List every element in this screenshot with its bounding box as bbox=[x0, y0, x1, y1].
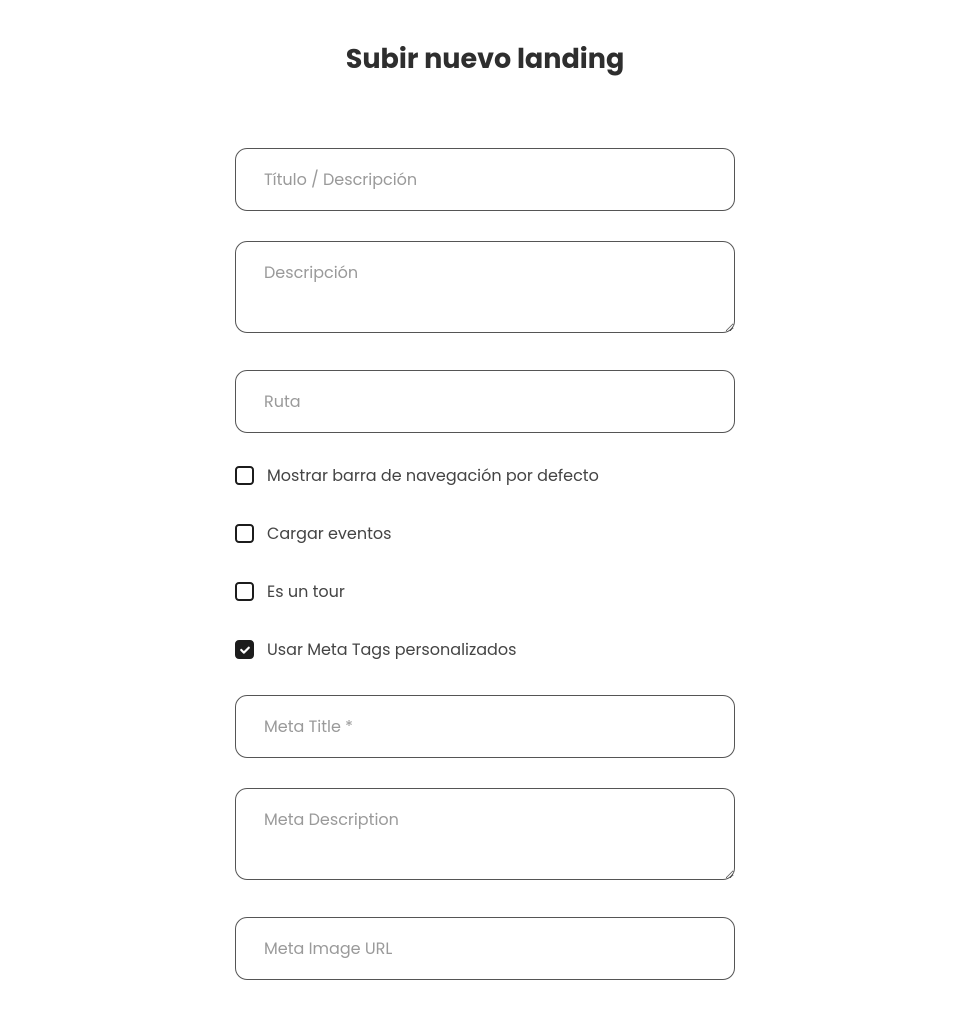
checkbox-icon bbox=[235, 466, 254, 485]
checkbox-label: Cargar eventos bbox=[267, 521, 391, 546]
meta-tags-section bbox=[235, 695, 735, 1010]
show-navbar-checkbox-row[interactable]: Mostrar barra de navegación por defecto bbox=[235, 463, 735, 488]
load-events-checkbox-row[interactable]: Cargar eventos bbox=[235, 521, 735, 546]
use-meta-tags-checkbox-row[interactable]: Usar Meta Tags personalizados bbox=[235, 637, 735, 662]
description-textarea[interactable] bbox=[235, 241, 735, 333]
checkbox-icon bbox=[235, 524, 254, 543]
page-title: Subir nuevo landing bbox=[235, 40, 735, 80]
meta-title-input[interactable] bbox=[235, 695, 735, 758]
is-tour-checkbox-row[interactable]: Es un tour bbox=[235, 579, 735, 604]
checkbox-label: Es un tour bbox=[267, 579, 345, 604]
form-container: Subir nuevo landing Mostrar barra de nav… bbox=[235, 40, 735, 1010]
meta-image-input[interactable] bbox=[235, 917, 735, 980]
meta-description-textarea[interactable] bbox=[235, 788, 735, 880]
checkbox-label: Mostrar barra de navegación por defecto bbox=[267, 463, 599, 488]
route-input[interactable] bbox=[235, 370, 735, 433]
checkbox-icon bbox=[235, 640, 254, 659]
checkbox-icon bbox=[235, 582, 254, 601]
title-input[interactable] bbox=[235, 148, 735, 211]
checkbox-label: Usar Meta Tags personalizados bbox=[267, 637, 516, 662]
